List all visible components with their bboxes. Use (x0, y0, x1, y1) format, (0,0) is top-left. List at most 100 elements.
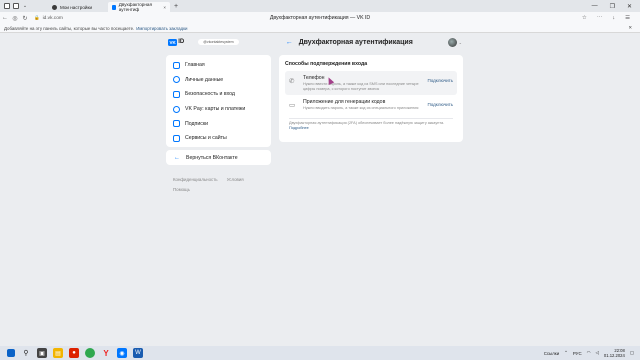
help-link[interactable]: Помощь (173, 187, 190, 192)
bookmarks-info-bar: Добавляйте на эту панель сайты, которые … (0, 24, 640, 33)
back-button[interactable]: ← (0, 15, 10, 21)
start-button[interactable] (7, 349, 15, 357)
red-app-icon[interactable]: ● (69, 348, 79, 358)
system-tray: Ссылки ⌃ РУС ◠ ◁ 22:08 01.12.2024 ▢ (544, 348, 640, 358)
search-icon[interactable]: ⚲ (21, 348, 31, 358)
sidebar-item-label: Подписки (185, 120, 208, 127)
id-logo-text: ID (178, 39, 185, 45)
two-factor-card: Способы подтверждения входа ✆ Телефон Ну… (279, 55, 463, 142)
tab-strip-controls: ⌄ (0, 3, 28, 9)
sidebar-item-security[interactable]: Безопасность и вход (166, 87, 271, 102)
vk-favicon-icon (112, 4, 116, 10)
chevron-down-icon[interactable]: ⌄ (459, 40, 462, 45)
avatar[interactable] (447, 37, 457, 47)
page-title: Двухфакторная аутентификация (298, 38, 413, 46)
method-body: Телефон Нужно ввести пароль, а также код… (303, 75, 422, 91)
reload-button[interactable]: ↻ (20, 15, 30, 22)
home-icon (173, 61, 180, 69)
tab-settings[interactable]: Мои настройки (48, 2, 108, 12)
back-to-vk-button[interactable]: ← Вернуться ВКонтакте (166, 150, 271, 165)
back-arrow-icon[interactable]: ← (286, 39, 293, 46)
window-controls: — ❐ ✕ (592, 3, 640, 10)
divider (289, 117, 453, 119)
more-info-link[interactable]: Подробнее (289, 126, 309, 130)
shield-icon (173, 90, 180, 98)
workspaces-icon[interactable] (4, 3, 10, 9)
sidebar-item-home[interactable]: Главная (166, 58, 271, 73)
address-bar: ← ◎ ↻ 🔒 id.vk.com Двухфакторная аутентиф… (0, 12, 640, 24)
tab-label: Двухфакторная аутентиф (118, 2, 152, 12)
two-factor-note: Двухфакторная аутентификация (2FA) обесп… (285, 121, 457, 130)
back-to-vk-label: Вернуться ВКонтакте (186, 154, 238, 161)
method-body: Приложение для генерации кодов Нужно вво… (303, 99, 422, 111)
tab-label: Мои настройки (60, 4, 93, 10)
vkid-header: VK ID @vkontaktesystem ← Двухфакторная а… (168, 36, 468, 48)
close-window-button[interactable]: ✕ (627, 3, 632, 10)
tray-chevron-icon[interactable]: ⌃ (564, 350, 568, 356)
url-domain: id.vk.com (42, 15, 63, 21)
tray-links[interactable]: Ссылки (544, 351, 559, 356)
method-description: Нужно вводить пароль, а также код из спе… (303, 106, 419, 111)
more-icon[interactable]: ⋯ (597, 15, 603, 21)
task-view-icon[interactable]: ▣ (37, 348, 47, 358)
method-name: Телефон (303, 75, 325, 81)
services-icon (173, 134, 180, 142)
new-tab-button[interactable]: + (174, 3, 178, 10)
tab-close-icon[interactable]: × (163, 5, 166, 10)
clock-date: 01.12.2024 (603, 353, 625, 358)
sidebar-item-subscriptions[interactable]: Подписки (166, 116, 271, 131)
menu-icon[interactable]: ☰ (625, 15, 630, 21)
url-field[interactable]: 🔒 id.vk.com (34, 15, 63, 21)
clock[interactable]: 22:08 01.12.2024 (604, 348, 625, 358)
import-bookmarks-link[interactable]: Импортировать закладки (136, 26, 187, 31)
footer-links: Конфиденциальность Условия Помощь (173, 175, 273, 195)
yandex-home-icon[interactable]: ◎ (10, 15, 20, 22)
sidebar-item-personal-data[interactable]: Личные данные (166, 73, 271, 88)
vk-app-icon[interactable]: ◉ (117, 348, 127, 358)
card-title: Способы подтверждения входа (285, 61, 368, 67)
maximize-button[interactable]: ❐ (610, 3, 615, 10)
account-pill[interactable]: @vkontaktesystem (198, 39, 239, 45)
arrow-left-icon: ← (174, 154, 180, 161)
infobar-close-icon[interactable]: ✕ (628, 25, 640, 31)
sidebar-item-vkpay[interactable]: VK Pay: карты и платежи (166, 102, 271, 117)
bookmark-star-icon[interactable]: ☆ (582, 15, 587, 21)
user-icon (173, 76, 180, 84)
tab-list-chevron-icon[interactable]: ⌄ (22, 3, 28, 9)
volume-icon[interactable]: ◁ (595, 350, 598, 356)
downloads-icon[interactable]: ↓ (612, 15, 615, 21)
method-name: Приложение для генерации кодов (303, 99, 386, 106)
tab-two-factor[interactable]: Двухфакторная аутентиф × (108, 2, 170, 12)
phone-icon: ✆ (289, 78, 295, 85)
taskbar: ⚲ ▣ ▤ ● Y ◉ W Ссылки ⌃ РУС ◠ ◁ 22:08 01.… (0, 346, 640, 360)
vk-logo-mark: VK (168, 38, 178, 46)
yandex-browser-icon[interactable]: Y (101, 348, 111, 358)
privacy-link[interactable]: Конфиденциальность (173, 177, 218, 182)
vkid-logo[interactable]: VK ID (168, 38, 185, 46)
page-title-center: Двухфакторная аутентификация — VK ID (269, 15, 371, 21)
sidebar-item-label: Сервисы и сайты (185, 135, 227, 142)
method-phone[interactable]: ✆ Телефон Нужно ввести пароль, а также к… (285, 71, 457, 96)
method-description: Нужно ввести пароль, а также код из SMS … (303, 82, 419, 91)
word-icon[interactable]: W (133, 348, 143, 358)
sidebar-item-services[interactable]: Сервисы и сайты (166, 131, 271, 146)
sidebar-item-label: Личные данные (185, 76, 224, 83)
wifi-icon[interactable]: ◠ (587, 350, 591, 356)
infobar-text: Добавляйте на эту панель сайты, которые … (4, 25, 135, 31)
browser-tab-strip: ⌄ Мои настройки Двухфакторная аутентиф ×… (0, 0, 640, 12)
tab-actions-icon[interactable] (13, 3, 19, 9)
connect-app-button[interactable]: Подключить (428, 102, 453, 107)
minimize-button[interactable]: — (592, 3, 598, 10)
notifications-icon[interactable]: ▢ (630, 350, 634, 356)
browser-app-icon[interactable] (85, 348, 95, 358)
file-explorer-icon[interactable]: ▤ (53, 348, 63, 358)
language-indicator[interactable]: РУС (573, 351, 582, 356)
method-app[interactable]: ▭ Приложение для генерации кодов Нужно в… (285, 95, 457, 115)
terms-link[interactable]: Условия (227, 177, 244, 182)
address-bar-actions: ☆ ⋯ ↓ ☰ (582, 15, 640, 21)
sidebar-menu: Главная Личные данные Безопасность и вхо… (166, 55, 271, 147)
connect-phone-button[interactable]: Подключить (428, 78, 453, 83)
sidebar-item-label: VK Pay: карты и платежи (185, 106, 246, 113)
subscriptions-icon (173, 120, 180, 128)
sidebar-item-label: Главная (185, 62, 205, 69)
